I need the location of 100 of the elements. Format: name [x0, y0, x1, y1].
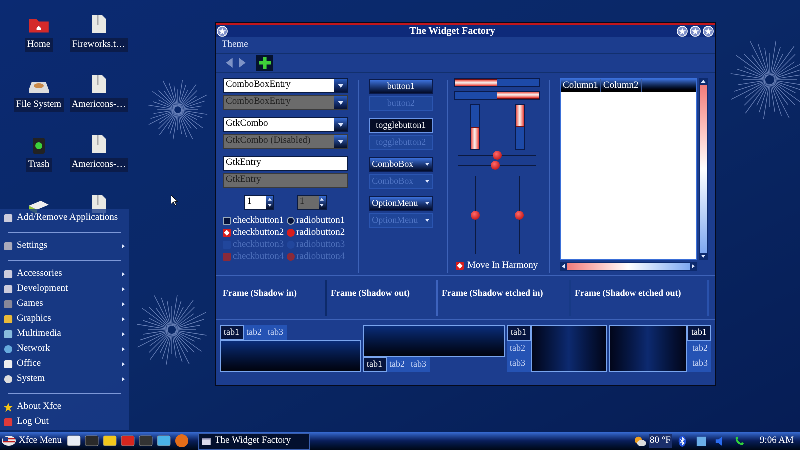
file-icon	[91, 74, 107, 94]
column-header[interactable]: Column2	[601, 79, 642, 92]
frame-label: Frame (Shadow out)	[331, 288, 410, 298]
tab[interactable]: tab1	[363, 357, 386, 372]
desktop-icon-label[interactable]: Fireworks.t…	[70, 38, 128, 52]
back-arrow-icon	[226, 58, 232, 68]
submenu-arrow-icon	[122, 272, 125, 277]
combo-field[interactable]: GtkCombo	[223, 117, 348, 132]
phone-icon[interactable]	[734, 436, 745, 446]
hard-drive-icon	[28, 80, 50, 94]
spin-button[interactable]: 1	[244, 195, 274, 210]
slider[interactable]	[458, 151, 536, 160]
menu-item[interactable]: Development	[0, 282, 129, 297]
vertical-scrollbar[interactable]	[699, 78, 708, 260]
frame-label: Frame (Shadow etched in)	[442, 288, 544, 298]
frame-label: Frame (Shadow etched out)	[575, 288, 682, 298]
menu-item[interactable]: Settings	[0, 238, 129, 254]
menu-bar-item[interactable]: Theme	[222, 38, 248, 52]
checkbox-label: checkbutton1	[233, 214, 284, 228]
menu-item[interactable]: Office	[0, 357, 129, 372]
star-button[interactable]	[703, 26, 714, 36]
dropdown-button[interactable]	[334, 79, 347, 92]
option-menu[interactable]: OptionMenu	[369, 196, 434, 211]
tab[interactable]: tab1	[507, 325, 531, 341]
task-button[interactable]: The Widget Factory	[198, 432, 310, 450]
slider-thumb[interactable]	[470, 210, 480, 220]
menu-item[interactable]: Network	[0, 342, 129, 357]
start-menu-button[interactable]: Xfce Menu	[0, 432, 64, 450]
temperature-label[interactable]: 80 °F	[648, 434, 672, 448]
tab[interactable]: tab1	[220, 325, 244, 340]
desktop-icon-label[interactable]: File System	[14, 98, 64, 112]
checkbox[interactable]	[223, 229, 231, 237]
dropdown-arrow-icon	[338, 140, 344, 144]
tab[interactable]: tab3	[408, 357, 430, 372]
menu-item[interactable]: Games	[0, 296, 129, 312]
checkbox[interactable]	[456, 262, 464, 270]
menu-item[interactable]: Graphics	[0, 312, 129, 327]
text-field[interactable]: GtkEntry	[223, 156, 348, 171]
menu-item[interactable]: Accessories	[0, 266, 129, 282]
dropdown-arrow-icon	[338, 122, 344, 126]
radio-button[interactable]	[286, 229, 295, 237]
radio-button[interactable]	[286, 217, 295, 225]
scroll-down-icon	[701, 255, 706, 258]
checkbox-label: checkbutton2	[233, 226, 284, 240]
menu-item[interactable]: Log Out	[0, 414, 129, 430]
slider-thumb[interactable]	[491, 161, 500, 170]
submenu-arrow-icon	[122, 362, 125, 367]
radio-label: radiobutton2	[296, 226, 346, 240]
desktop-icon-label[interactable]: Home	[25, 38, 53, 52]
tab[interactable]: tab2	[687, 340, 711, 356]
star-button[interactable]	[677, 26, 688, 36]
spin-down-icon	[268, 204, 272, 208]
horizontal-scrollbar[interactable]	[560, 262, 698, 271]
desktop-icon-label[interactable]: Americons-…	[70, 158, 128, 172]
tab[interactable]: tab2	[244, 325, 265, 340]
combo-field[interactable]: ComboBoxEntry	[223, 78, 348, 93]
star-button[interactable]	[217, 26, 228, 36]
desktop-icon-label[interactable]: Americons-…	[70, 98, 128, 112]
tab[interactable]: tab2	[386, 357, 408, 372]
menu-item[interactable]: Multimedia	[0, 326, 129, 342]
menu-item[interactable]: System	[0, 372, 129, 388]
dropdown-arrow-icon	[338, 100, 344, 104]
file-icon	[91, 14, 107, 34]
bluetooth-icon[interactable]	[676, 436, 688, 446]
slider[interactable]	[514, 176, 524, 254]
mouse-pointer-icon	[171, 195, 178, 206]
slider[interactable]	[470, 176, 480, 254]
dropdown-arrow-icon	[425, 163, 430, 166]
submenu-arrow-icon	[122, 332, 125, 337]
app-icon[interactable]	[121, 434, 135, 448]
slider-thumb[interactable]	[492, 151, 502, 160]
tab[interactable]: tab3	[265, 325, 286, 340]
forward-arrow-icon	[238, 58, 246, 68]
combo-box[interactable]: ComboBox	[369, 157, 434, 172]
slider[interactable]	[458, 161, 536, 170]
tab[interactable]: tab1	[687, 325, 711, 341]
add-button[interactable]	[256, 55, 273, 71]
desktop-icon-label[interactable]: Trash	[26, 158, 52, 172]
tab[interactable]: tab3	[507, 356, 531, 372]
window-title: The Widget Factory	[408, 24, 496, 38]
tab[interactable]: tab2	[507, 340, 531, 356]
checkbox-label: Move In Harmony	[467, 260, 538, 273]
slider-thumb[interactable]	[514, 210, 524, 220]
toggle-button[interactable]: togglebutton1	[369, 118, 434, 133]
submenu-arrow-icon	[122, 346, 125, 352]
weather-icon	[634, 436, 647, 446]
star-button[interactable]	[690, 26, 701, 36]
dropdown-arrow-icon	[425, 202, 430, 205]
column-header[interactable]: Column1	[561, 79, 602, 92]
menu-item[interactable]: About Xfce	[0, 400, 129, 415]
menu-item[interactable]: Add/Remove Applications	[0, 211, 129, 226]
tab[interactable]: tab3	[687, 356, 711, 372]
dropdown-button[interactable]	[334, 118, 347, 131]
submenu-arrow-icon	[122, 244, 125, 249]
scroll-up-icon	[701, 80, 706, 83]
submenu-arrow-icon	[122, 316, 125, 322]
push-button[interactable]: button1	[369, 79, 434, 94]
spin-up-icon	[320, 198, 324, 201]
star-icon	[4, 402, 13, 412]
checkbox[interactable]	[223, 217, 231, 225]
